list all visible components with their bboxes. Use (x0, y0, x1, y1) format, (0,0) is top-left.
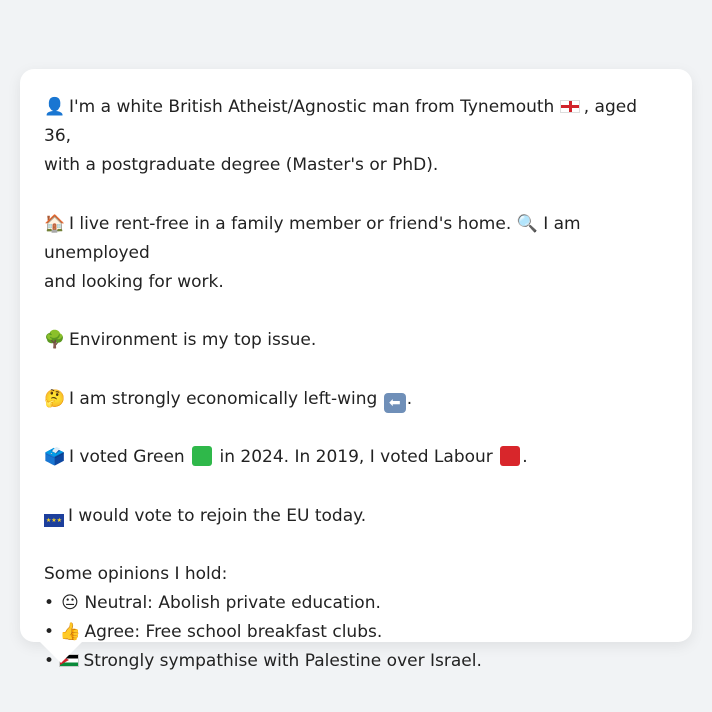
living-line-1: 🏠 I live rent-free in a family member or … (44, 210, 668, 268)
green-square-icon (192, 446, 213, 466)
house-icon: 🏠 (44, 213, 66, 234)
eu-paragraph: ★★★ I would vote to rejoin the EU today. (44, 502, 668, 531)
votes-paragraph: 🗳️ I voted Green in 2024. In 2019, I vote… (44, 443, 668, 472)
issue-paragraph: 🌳 Environment is my top issue. (44, 326, 668, 355)
tree-icon: 🌳 (44, 330, 66, 350)
thinking-face-icon: 🤔 (44, 388, 66, 409)
bullet: • (44, 593, 55, 613)
opinion-item: • Strongly sympathise with Palestine ove… (44, 647, 668, 676)
votes-text-a: I voted Green (69, 447, 185, 467)
intro-line-1: 👤 I'm a white British Atheist/Agnostic ma… (44, 93, 668, 151)
opinions-heading: Some opinions I hold: (44, 564, 228, 584)
votes-text-b: in 2024. In 2019, I voted Labour (219, 447, 493, 467)
person-icon: 👤 (44, 97, 66, 117)
bullet: • (44, 622, 55, 642)
profile-card: 👤 I'm a white British Atheist/Agnostic ma… (20, 69, 692, 671)
economics-paragraph: 🤔 I am strongly economically left-wing ⬅. (44, 385, 668, 414)
eu-text: I would vote to rejoin the EU today. (68, 505, 367, 526)
opinion-text: Neutral: Abolish private education. (84, 593, 381, 613)
opinion-text: Strongly sympathise with Palestine over … (83, 651, 482, 671)
issue-text: Environment is my top issue. (69, 330, 317, 350)
left-arrow-icon: ⬅ (383, 392, 406, 413)
opinion-item: • 👍 Agree: Free school breakfast clubs. (44, 618, 668, 647)
neutral-face-icon: 😐 (61, 593, 79, 613)
opinion-item: • 😐 Neutral: Abolish private education. (44, 589, 668, 618)
speech-bubble-tail (39, 641, 83, 663)
intro-paragraph: 👤 I'm a white British Atheist/Agnostic ma… (44, 93, 668, 180)
red-square-icon (500, 446, 521, 466)
economics-text: I am strongly economically left-wing (69, 388, 378, 409)
living-line-2: and looking for work. (44, 271, 224, 292)
magnifying-glass-icon: 🔍 (516, 213, 538, 234)
intro-line-2: with a postgraduate degree (Master's or … (44, 155, 439, 175)
eu-flag-icon: ★★★ (44, 513, 64, 527)
economics-end: . (406, 388, 413, 409)
votes-end: . (522, 447, 528, 467)
intro-text-a: I'm a white British Atheist/Agnostic man… (69, 97, 555, 117)
living-text-a: I live rent-free in a family member or f… (69, 213, 512, 234)
living-paragraph: 🏠 I live rent-free in a family member or … (44, 210, 668, 297)
opinions-section: Some opinions I hold: • 😐 Neutral: Abolis… (44, 560, 668, 676)
ballot-box-icon: 🗳️ (44, 447, 66, 467)
opinion-text: Agree: Free school breakfast clubs. (84, 622, 383, 642)
england-flag-icon (559, 100, 580, 113)
